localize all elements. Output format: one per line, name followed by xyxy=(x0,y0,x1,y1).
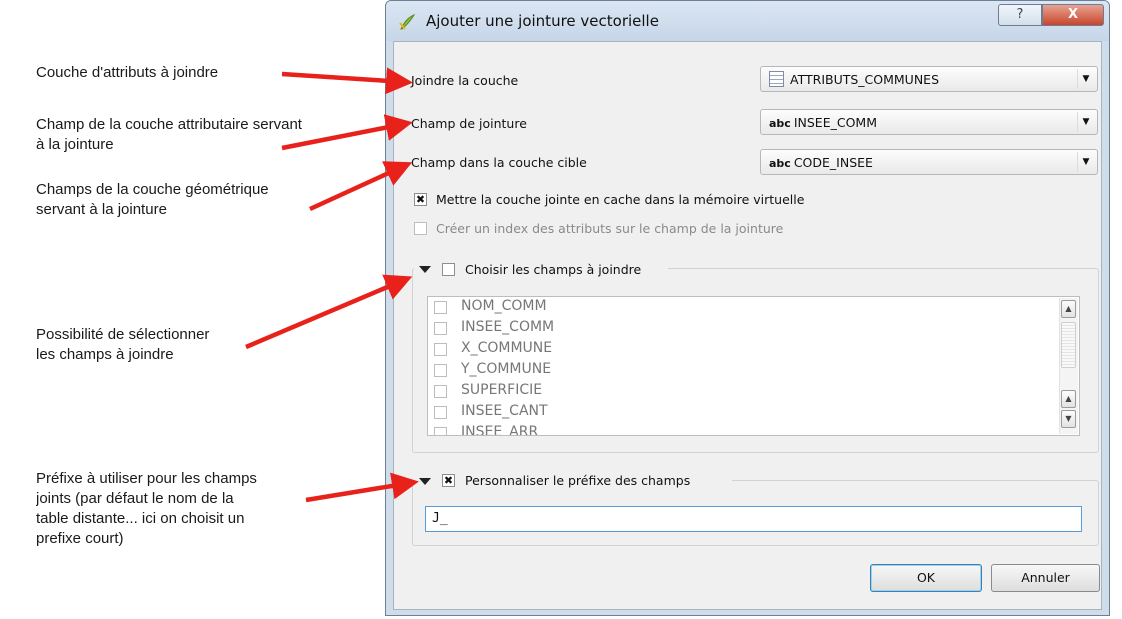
field-name: INSEE_COMM xyxy=(461,319,555,335)
chevron-up-icon: ▲ xyxy=(1065,304,1072,313)
target-field-label: Champ dans la couche cible xyxy=(411,155,587,170)
choose-fields-checkbox[interactable] xyxy=(442,263,455,276)
chevron-down-icon: ▼ xyxy=(1077,112,1094,132)
collapse-triangle-icon[interactable] xyxy=(419,266,431,273)
join-field-label: Champ de jointure xyxy=(411,116,527,131)
field-checkbox[interactable] xyxy=(434,322,447,335)
scroll-down-button[interactable]: ▼ xyxy=(1061,410,1076,428)
field-checkbox[interactable] xyxy=(434,301,447,314)
prefix-checkbox[interactable]: ✖ xyxy=(442,474,455,487)
chevron-down-icon: ▼ xyxy=(1065,414,1072,423)
table-icon xyxy=(769,71,784,87)
annotation-line: joints (par défaut le nom de la xyxy=(36,490,234,507)
text-field-icon: abc xyxy=(769,157,791,170)
window-title: Ajouter une jointure vectorielle xyxy=(426,12,659,30)
index-label: Créer un index des attributs sur le cham… xyxy=(436,221,784,236)
fields-scrollbar[interactable]: ▲ ▲ ▼ xyxy=(1059,298,1078,434)
chevron-down-icon: ▼ xyxy=(1077,152,1094,172)
join-field-combo[interactable]: abc INSEE_COMM ▼ xyxy=(760,109,1098,135)
check-icon: ✖ xyxy=(415,193,426,206)
field-checkbox[interactable] xyxy=(434,385,447,398)
annotation-line: Champs de la couche géométrique xyxy=(36,181,269,198)
text-field-icon: abc xyxy=(769,117,791,130)
ok-button[interactable]: OK xyxy=(870,564,982,592)
join-layer-combo[interactable]: ATTRIBUTS_COMMUNES ▼ xyxy=(760,66,1098,92)
index-checkbox[interactable] xyxy=(414,222,427,235)
field-name: X_COMMUNE xyxy=(461,340,553,356)
fields-list[interactable]: NOM_COMM INSEE_COMM X_COMMUNE Y_COMMUNE … xyxy=(427,296,1080,436)
field-name: INSEE_CANT xyxy=(461,403,548,419)
help-icon: ? xyxy=(1016,7,1024,22)
field-checkbox[interactable] xyxy=(434,406,447,419)
annotation-line: Couche d'attributs à joindre xyxy=(36,64,219,81)
annotation-line: Champ de la couche attributaire servant xyxy=(36,116,302,133)
field-name: INSEE_ARR xyxy=(461,424,539,436)
join-field-display: abc INSEE_COMM xyxy=(769,115,877,130)
join-layer-label: Joindre la couche xyxy=(411,73,519,88)
annotation-join-layer: Couche d'attributs à joindre xyxy=(36,63,218,83)
choose-fields-label: Choisir les champs à joindre xyxy=(465,262,642,277)
annotation-line: Préfixe à utiliser pour les champs xyxy=(36,470,257,487)
field-name: SUPERFICIE xyxy=(461,382,543,398)
annotation-line: prefixe court) xyxy=(36,530,124,547)
field-name: Y_COMMUNE xyxy=(461,361,552,377)
help-button[interactable]: ? xyxy=(998,4,1042,26)
annotation-target-field: Champs de la couche géométrique servant … xyxy=(36,180,269,220)
collapse-triangle-icon[interactable] xyxy=(419,478,431,485)
annotation-line: à la jointure xyxy=(36,136,114,153)
check-icon: ✖ xyxy=(443,474,454,487)
annotation-line: table distante... ici on choisit un xyxy=(36,510,245,527)
close-icon: X xyxy=(1067,7,1079,22)
arrow-choose-fields xyxy=(245,274,413,350)
annotation-choose-fields: Possibilité de sélectionner les champs à… xyxy=(36,325,209,365)
annotation-prefix: Préfixe à utiliser pour les champs joint… xyxy=(36,469,257,581)
field-checkbox[interactable] xyxy=(434,427,447,435)
chevron-down-icon: ▼ xyxy=(1077,69,1094,89)
annotation-join-field: Champ de la couche attributaire servant … xyxy=(36,115,302,155)
qgis-icon xyxy=(399,13,416,30)
scroll-up-button[interactable]: ▲ xyxy=(1061,300,1076,318)
field-name: NOM_COMM xyxy=(461,298,547,314)
field-checkbox[interactable] xyxy=(434,343,447,356)
annotation-line: Possibilité de sélectionner xyxy=(36,326,210,343)
target-field-display: abc CODE_INSEE xyxy=(769,155,873,170)
chevron-up-icon: ▲ xyxy=(1065,394,1072,403)
target-field-value: CODE_INSEE xyxy=(793,155,873,170)
cancel-button[interactable]: Annuler xyxy=(991,564,1100,592)
title-bar[interactable]: Ajouter une jointure vectorielle ? X xyxy=(386,1,1109,41)
target-field-combo[interactable]: abc CODE_INSEE ▼ xyxy=(760,149,1098,175)
join-field-value: INSEE_COMM xyxy=(793,115,877,130)
scroll-thumb[interactable] xyxy=(1061,322,1076,368)
field-checkbox[interactable] xyxy=(434,364,447,377)
cache-label: Mettre la couche jointe en cache dans la… xyxy=(436,192,805,207)
annotation-line: les champs à joindre xyxy=(36,346,174,363)
cache-checkbox[interactable]: ✖ xyxy=(414,193,427,206)
prefix-input[interactable]: J_ xyxy=(425,506,1082,532)
close-button[interactable]: X xyxy=(1042,4,1104,26)
join-layer-value: ATTRIBUTS_COMMUNES xyxy=(790,72,940,87)
scroll-page-up-button[interactable]: ▲ xyxy=(1061,390,1076,408)
prefix-label: Personnaliser le préfixe des champs xyxy=(465,473,691,488)
annotation-line: servant à la jointure xyxy=(36,201,167,218)
